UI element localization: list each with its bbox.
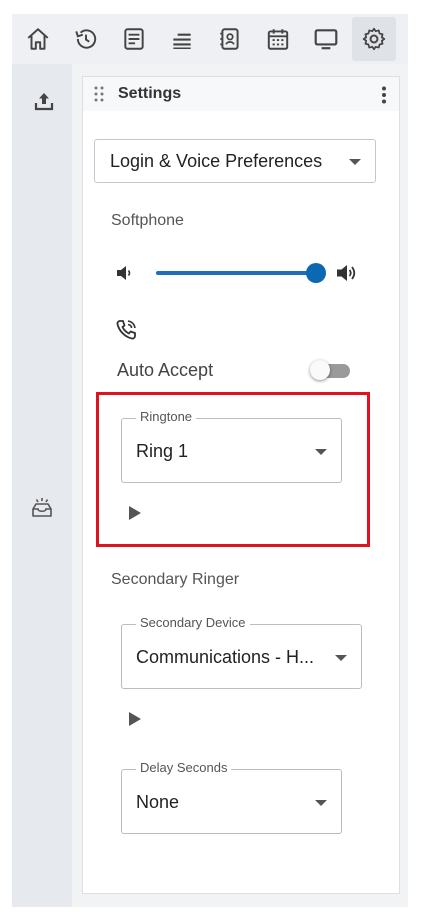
delay-seconds-label: Delay Seconds (136, 760, 232, 775)
contacts-button[interactable] (208, 17, 252, 61)
left-rail (12, 64, 72, 907)
queue-icon (173, 33, 191, 49)
auto-accept-label: Auto Accept (117, 360, 214, 380)
inbox-button[interactable] (29, 495, 55, 521)
home-button[interactable] (16, 17, 60, 61)
delay-seconds-select[interactable]: Delay Seconds None (121, 760, 342, 834)
auto-accept-toggle[interactable] (310, 360, 352, 380)
volume-low-icon[interactable] (116, 264, 134, 282)
queue-button[interactable] (160, 17, 204, 61)
play-secondary-icon[interactable] (129, 712, 141, 726)
preferences-select-value: Login & Voice Preferences (110, 151, 323, 171)
chevron-down-icon (349, 159, 361, 165)
contacts-icon (220, 28, 239, 50)
volume-slider-track[interactable] (156, 271, 316, 275)
preferences-select[interactable]: Login & Voice Preferences (94, 139, 376, 183)
panel-title: Settings (118, 85, 182, 102)
calendar-icon (267, 29, 289, 50)
chevron-down-icon (315, 800, 327, 806)
home-icon (27, 28, 49, 50)
secondary-ringer-label: Secondary Ringer (111, 571, 240, 588)
panel-header: Settings (83, 77, 399, 111)
phone-settings-icon[interactable] (114, 318, 138, 342)
more-options-icon[interactable] (381, 86, 387, 104)
secondary-device-select[interactable]: Secondary Device Communications - H... (121, 615, 362, 689)
chevron-down-icon (335, 655, 347, 661)
volume-high-icon[interactable] (336, 262, 358, 284)
history-icon (75, 29, 97, 49)
settings-button[interactable] (352, 17, 396, 61)
monitor-button[interactable] (304, 17, 348, 61)
monitor-icon (314, 29, 338, 50)
drag-handle-icon[interactable] (94, 86, 104, 102)
calendar-button[interactable] (256, 17, 300, 61)
history-button[interactable] (64, 17, 108, 61)
volume-slider-thumb[interactable] (306, 263, 326, 283)
delay-seconds-value: None (136, 792, 180, 812)
top-toolbar (12, 14, 408, 64)
secondary-device-value: Communications - H... (136, 647, 315, 667)
gear-icon (362, 27, 386, 51)
highlight-box (96, 392, 370, 547)
softphone-label: Softphone (111, 212, 184, 229)
secondary-device-label: Secondary Device (136, 615, 250, 630)
toggle-knob (310, 360, 330, 380)
inbox-icon (32, 498, 52, 517)
upload-icon (34, 93, 54, 111)
notes-button[interactable] (112, 17, 156, 61)
upload-button[interactable] (31, 88, 57, 114)
notes-icon (124, 28, 144, 50)
